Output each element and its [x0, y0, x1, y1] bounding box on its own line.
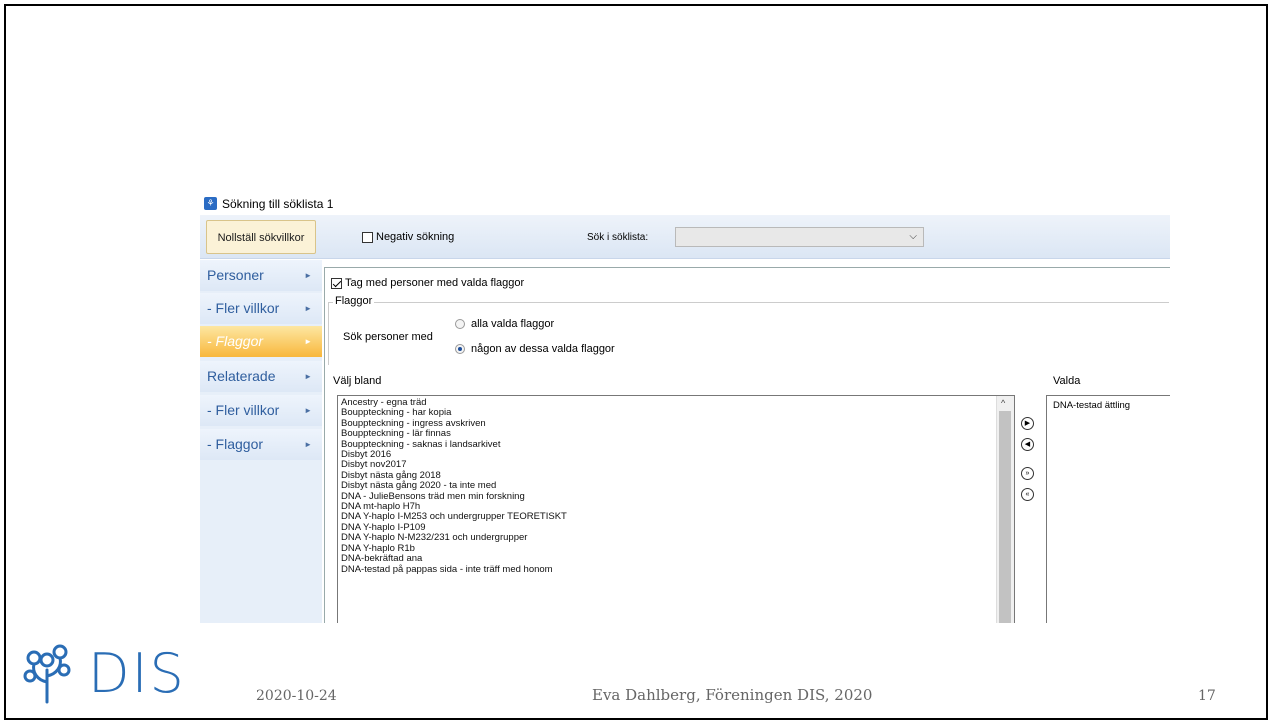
- reset-criteria-button[interactable]: Nollställ sökvillkor: [206, 220, 316, 254]
- selected-label: Valda: [1053, 375, 1081, 387]
- list-item[interactable]: Disbyt nov2017: [341, 460, 1014, 471]
- radio-any-flags-dot[interactable]: [455, 344, 465, 354]
- sidebar-item-label: - Fler villkor: [207, 402, 280, 418]
- dis-logo: DIS: [22, 642, 184, 712]
- list-item[interactable]: DNA Y-haplo I-M253 och undergrupper TEOR…: [341, 512, 1014, 523]
- add-all-button[interactable]: »: [1021, 467, 1034, 480]
- footer-date: 2020-10-24: [256, 688, 337, 704]
- sidebar-item-relaterade-fler-villkor[interactable]: - Fler villkor ►: [200, 395, 322, 426]
- search-dialog: ⚘ Sökning till söklista 1 Nollställ sökv…: [200, 193, 1170, 623]
- sidebar-item-label: Relaterade: [207, 368, 276, 384]
- app-icon: ⚘: [204, 197, 217, 210]
- radio-all-flags-dot[interactable]: [455, 319, 465, 329]
- negative-search-checkbox[interactable]: [362, 231, 373, 243]
- add-selected-button[interactable]: ▶: [1021, 417, 1034, 430]
- window-title: Sökning till söklista 1: [222, 197, 334, 211]
- radio-any-flags-label: någon av dessa valda flaggor: [471, 343, 615, 355]
- page-number: 17: [1198, 688, 1216, 704]
- sidebar-item-label: - Fler villkor: [207, 300, 280, 316]
- radio-any-flags[interactable]: någon av dessa valda flaggor: [455, 343, 615, 355]
- selected-flags-list[interactable]: DNA-testad ättling: [1046, 395, 1170, 623]
- sidebar-item-fler-villkor[interactable]: - Fler villkor ►: [200, 293, 322, 324]
- list-item[interactable]: DNA-testad på pappas sida - inte träff m…: [341, 564, 1014, 575]
- sidebar-item-label: - Flaggor: [207, 333, 264, 349]
- available-flags-list[interactable]: Ancestry - egna träd Bouppteckning - har …: [337, 395, 1015, 623]
- take-flagged-label: Tag med personer med valda flaggor: [345, 277, 525, 289]
- remove-selected-button[interactable]: ◀: [1021, 438, 1034, 451]
- choose-from-label: Välj bland: [333, 375, 382, 387]
- tree-icon: [23, 644, 71, 704]
- sidebar-item-relaterade[interactable]: Relaterade ►: [200, 361, 322, 392]
- selected-list-item[interactable]: DNA-testad ättling: [1050, 398, 1168, 413]
- sidebar-item-relaterade-flaggor[interactable]: - Flaggor ►: [200, 429, 322, 460]
- take-flagged-option[interactable]: Tag med personer med valda flaggor: [331, 277, 524, 289]
- radio-all-flags[interactable]: alla valda flaggor: [455, 318, 554, 330]
- flags-panel: Tag med personer med valda flaggor Flagg…: [324, 267, 1170, 623]
- chevron-down-icon: ⌵: [909, 231, 917, 242]
- list-item[interactable]: DNA-bekräftad ana: [341, 553, 1014, 564]
- arrow-right-icon: ►: [304, 372, 312, 381]
- scroll-up-icon[interactable]: ^: [1001, 398, 1005, 408]
- toolbar: Nollställ sökvillkor Negativ sökning Sök…: [200, 215, 1170, 259]
- footer-author: Eva Dahlberg, Föreningen DIS, 2020: [592, 686, 873, 704]
- arrow-right-icon: ►: [304, 406, 312, 415]
- list-item[interactable]: DNA Y-haplo N-M232/231 och undergrupper: [341, 532, 1014, 543]
- list-item[interactable]: Bouppteckning - saknas i landsarkivet: [341, 439, 1014, 450]
- scrollbar-thumb[interactable]: [999, 411, 1011, 623]
- negative-search-option[interactable]: Negativ sökning: [362, 231, 454, 243]
- list-item[interactable]: DNA - JulieBensons träd men min forsknin…: [341, 491, 1014, 502]
- sidebar: Personer ► - Fler villkor ► - Flaggor ► …: [200, 260, 322, 623]
- radio-all-flags-label: alla valda flaggor: [471, 318, 555, 330]
- negative-search-label: Negativ sökning: [376, 231, 455, 243]
- list-item[interactable]: Disbyt 2016: [341, 449, 1014, 460]
- search-persons-label: Sök personer med: [343, 331, 433, 343]
- sidebar-item-personer[interactable]: Personer ►: [200, 260, 322, 291]
- arrow-right-icon: ►: [304, 337, 312, 346]
- sidebar-item-flaggor[interactable]: - Flaggor ►: [200, 326, 322, 357]
- sidebar-item-label: - Flaggor: [207, 436, 264, 452]
- arrow-right-icon: ►: [304, 304, 312, 313]
- arrow-right-icon: ►: [304, 271, 312, 280]
- remove-all-button[interactable]: «: [1021, 488, 1034, 501]
- title-bar: ⚘ Sökning till söklista 1: [200, 193, 500, 215]
- vertical-scrollbar[interactable]: ^: [996, 396, 1014, 623]
- list-item[interactable]: DNA Y-haplo R1b: [341, 543, 1014, 554]
- search-in-list-label: Sök i söklista:: [587, 232, 649, 243]
- flags-group-label: Flaggor: [333, 295, 375, 307]
- flags-group: Flaggor Sök personer med alla valda flag…: [328, 295, 1169, 365]
- logo-text: DIS: [88, 642, 186, 705]
- arrow-right-icon: ►: [304, 440, 312, 449]
- sidebar-item-label: Personer: [207, 267, 264, 283]
- search-in-list-select[interactable]: ⌵: [675, 227, 924, 247]
- take-flagged-checkbox[interactable]: [331, 277, 342, 289]
